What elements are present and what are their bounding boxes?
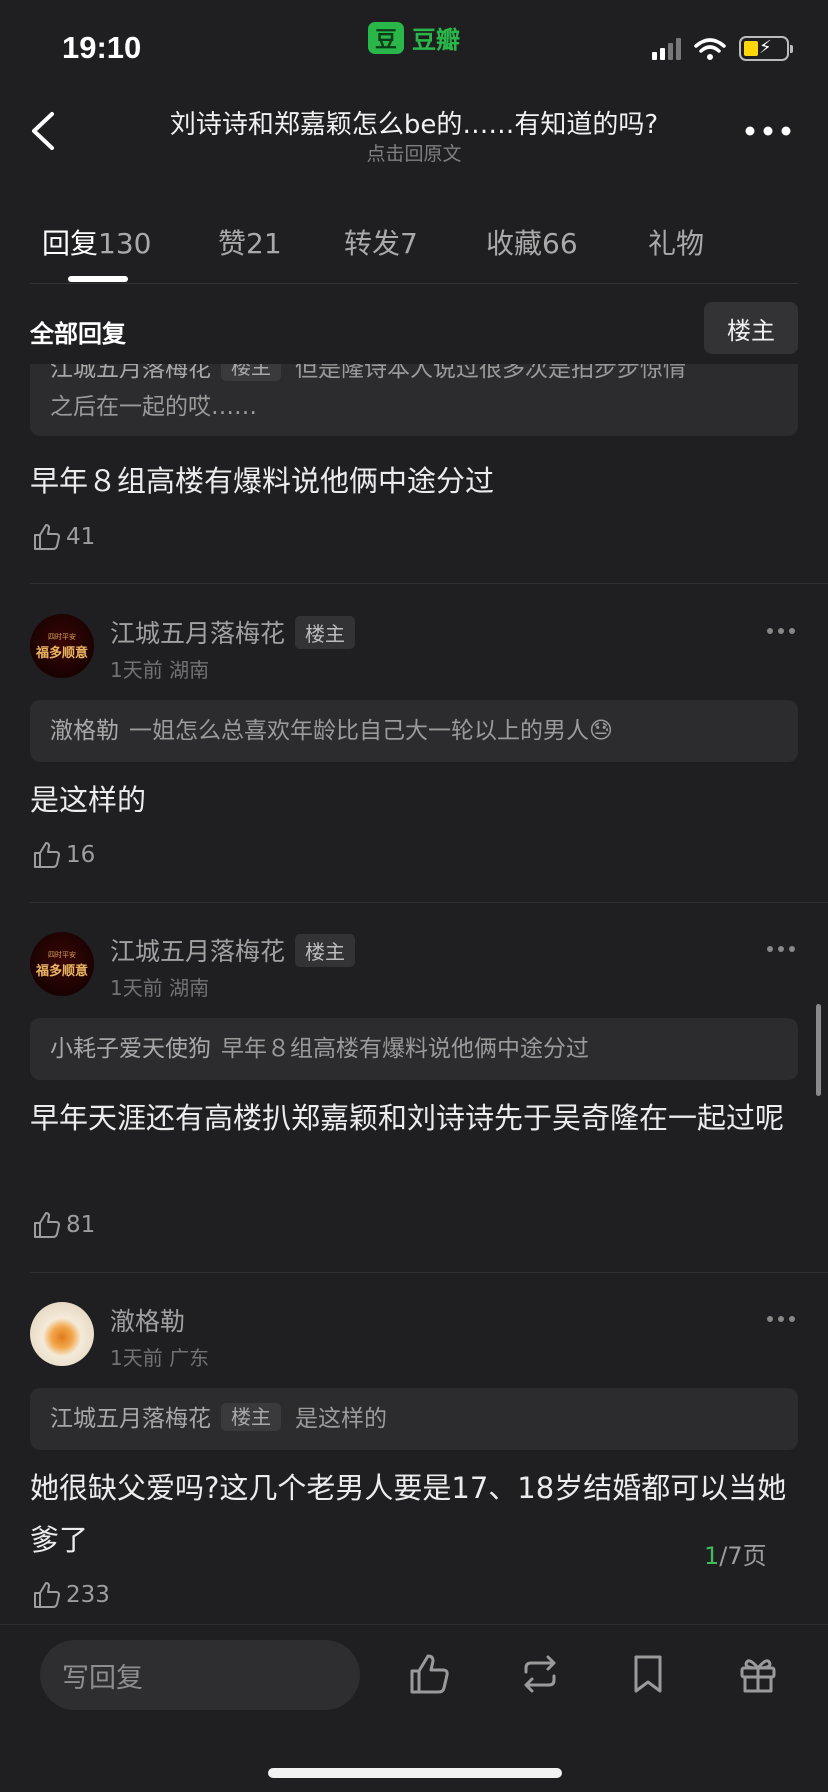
all-replies-label: 全部回复 — [30, 320, 126, 348]
post-title[interactable]: 刘诗诗和郑嘉颖怎么be的……有知道的吗? — [100, 104, 728, 141]
home-indicator[interactable] — [268, 1768, 562, 1778]
quote-author: 澈格勒 — [50, 718, 119, 744]
reply-input[interactable]: 写回复 — [40, 1640, 360, 1710]
tabs-divider — [30, 283, 798, 284]
more-options-icon[interactable] — [742, 116, 794, 146]
comment-header: 江城五月落梅花 楼主 — [110, 932, 356, 968]
quote-block[interactable]: 澈格勒 一姐怎么总喜欢年龄比自己大一轮以上的男人😓 — [30, 700, 798, 762]
like-count: 41 — [66, 524, 96, 550]
quote-block[interactable]: 江城五月落梅花 楼主 但是隆诗本人说过很多次是拍步步惊情 之后在一起的哎…… — [30, 364, 798, 436]
avatar[interactable] — [30, 1302, 94, 1366]
quote-block[interactable]: 小耗子爱天使狗 早年８组高楼有爆料说他俩中途分过 — [30, 1018, 798, 1080]
gift-icon[interactable] — [736, 1652, 780, 1696]
brand-name: 豆瓣 — [412, 26, 460, 54]
quote-text: 但是隆诗本人说过很多次是拍步步惊情 — [295, 364, 686, 382]
tab-replies[interactable]: 回复130 — [42, 222, 218, 262]
like-count: 16 — [66, 842, 96, 868]
like-post-icon[interactable] — [408, 1652, 452, 1696]
reply-text: 早年８组高楼有爆料说他俩中途分过 — [30, 464, 495, 498]
comment-meta: 1天前 广东 — [110, 1346, 210, 1370]
comment-more-icon[interactable] — [766, 1314, 796, 1324]
reply-text: 是这样的 — [30, 783, 147, 817]
thumbs-up-icon — [34, 1582, 60, 1608]
divider — [30, 902, 828, 903]
douban-logo-icon: 豆 — [368, 21, 404, 54]
top-quote-clip: 江城五月落梅花 楼主 但是隆诗本人说过很多次是拍步步惊情 之后在一起的哎…… — [30, 364, 798, 446]
comment-more-icon[interactable] — [766, 626, 796, 636]
comment-meta: 1天前 湖南 — [110, 976, 210, 1000]
quote-text: 是这样的 — [295, 1406, 387, 1432]
quote-text: 早年８组高楼有爆料说他俩中途分过 — [221, 1036, 589, 1062]
comment-header: 澈格勒 — [110, 1302, 185, 1338]
thumbs-up-icon — [34, 842, 60, 868]
comment-header: 江城五月落梅花 楼主 — [110, 614, 356, 650]
quote-author: 江城五月落梅花 — [50, 364, 211, 382]
op-only-filter-button[interactable]: 楼主 — [704, 302, 798, 354]
op-badge: 楼主 — [221, 1403, 281, 1431]
divider — [30, 1272, 828, 1273]
repost-icon[interactable] — [518, 1652, 562, 1696]
reply-text: 早年天涯还有高楼扒郑嘉颖和刘诗诗先于吴奇隆在一起过呢 — [30, 1101, 785, 1135]
page-indicator[interactable]: 1/7页 — [704, 1536, 767, 1571]
like-count: 233 — [66, 1582, 110, 1608]
total-pages: /7页 — [719, 1542, 767, 1570]
like-count: 81 — [66, 1212, 96, 1238]
avatar[interactable]: 四时平安 福多顺意 — [30, 614, 94, 678]
quote-author: 江城五月落梅花 — [50, 1406, 211, 1432]
back-to-original-link[interactable]: 点击回原文 — [100, 139, 728, 166]
tab-reposts[interactable]: 转发7 — [344, 222, 486, 262]
douban-brand: 豆 豆瓣 — [368, 20, 460, 55]
quote-text-cont: 之后在一起的哎…… — [50, 394, 257, 420]
tab-bar: 回复130 赞21 转发7 收藏66 礼物 — [42, 222, 704, 262]
avatar[interactable]: 四时平安 福多顺意 — [30, 932, 94, 996]
op-badge: 楼主 — [295, 615, 356, 649]
status-icons: ⚡ — [652, 36, 793, 61]
like-button[interactable]: 41 — [32, 522, 95, 552]
like-button[interactable]: 233 — [32, 1580, 110, 1610]
tab-collections[interactable]: 收藏66 — [486, 222, 648, 262]
bookmark-icon[interactable] — [626, 1652, 670, 1696]
signal-icon — [652, 37, 681, 60]
battery-icon: ⚡ — [739, 36, 793, 61]
quote-author: 小耗子爱天使狗 — [50, 1036, 211, 1062]
tab-likes[interactable]: 赞21 — [218, 222, 344, 262]
divider — [30, 583, 828, 584]
username[interactable]: 江城五月落梅花 — [110, 932, 285, 968]
active-tab-indicator — [68, 276, 128, 282]
quote-text: 一姐怎么总喜欢年龄比自己大一轮以上的男人😓 — [129, 718, 613, 744]
scrollbar[interactable] — [816, 1004, 821, 1096]
thumbs-up-icon — [34, 1212, 60, 1238]
wifi-icon — [694, 37, 726, 60]
tab-gifts[interactable]: 礼物 — [648, 222, 704, 262]
status-time: 19:10 — [62, 30, 142, 65]
quote-block[interactable]: 江城五月落梅花 楼主 是这样的 — [30, 1388, 798, 1450]
back-button[interactable] — [22, 106, 72, 156]
username[interactable]: 澈格勒 — [110, 1302, 185, 1338]
reply-text: 她很缺父爱吗?这几个老男人要是17、18岁结婚都可以当她爹了 — [30, 1471, 787, 1557]
comment-more-icon[interactable] — [766, 944, 796, 954]
op-badge: 楼主 — [221, 364, 281, 381]
username[interactable]: 江城五月落梅花 — [110, 614, 285, 650]
like-button[interactable]: 16 — [32, 840, 95, 870]
like-button[interactable]: 81 — [32, 1210, 95, 1240]
op-badge: 楼主 — [295, 933, 356, 967]
thumbs-up-icon — [34, 524, 60, 550]
comment-meta: 1天前 湖南 — [110, 658, 210, 682]
current-page: 1 — [704, 1542, 720, 1570]
